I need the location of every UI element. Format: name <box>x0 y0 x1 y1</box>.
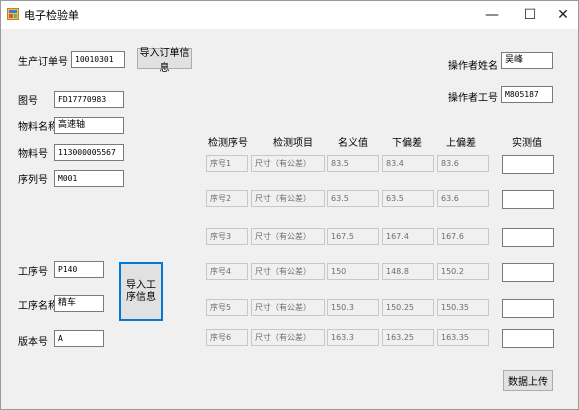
row-nominal: 63.5 <box>327 190 379 207</box>
row-seq: 序号2 <box>206 190 248 207</box>
serial-number-label: 序列号 <box>18 175 48 186</box>
header-nominal: 名义值 <box>338 138 368 149</box>
process-number-field[interactable]: P140 <box>54 261 104 278</box>
maximize-icon[interactable]: ☐ <box>513 1 547 29</box>
operator-name-label: 操作者姓名 <box>448 61 498 72</box>
row-seq: 序号4 <box>206 263 248 280</box>
row-item: 尺寸（有公差） <box>251 299 325 316</box>
row-actual-input[interactable] <box>502 263 554 282</box>
operator-id-label: 操作者工号 <box>448 93 498 104</box>
order-number-field[interactable]: 10010301 <box>71 51 125 68</box>
row-nominal: 150 <box>327 263 379 280</box>
row-lower: 163.25 <box>382 329 434 346</box>
row-upper: 167.6 <box>437 228 489 245</box>
row-upper: 163.35 <box>437 329 489 346</box>
order-number-label: 生产订单号 <box>18 57 68 68</box>
header-seq: 检测序号 <box>208 138 248 149</box>
row-lower: 63.5 <box>382 190 434 207</box>
row-seq: 序号1 <box>206 155 248 172</box>
row-nominal: 83.5 <box>327 155 379 172</box>
row-lower: 167.4 <box>382 228 434 245</box>
row-upper: 83.6 <box>437 155 489 172</box>
row-item: 尺寸（有公差） <box>251 190 325 207</box>
drawing-number-label: 图号 <box>18 96 38 107</box>
row-upper: 150.2 <box>437 263 489 280</box>
version-field[interactable]: A <box>54 330 104 347</box>
version-label: 版本号 <box>18 337 48 348</box>
row-actual-input[interactable] <box>502 228 554 247</box>
row-item: 尺寸（有公差） <box>251 263 325 280</box>
row-seq: 序号3 <box>206 228 248 245</box>
header-actual: 实测值 <box>512 138 542 149</box>
close-icon[interactable]: ✕ <box>546 1 579 29</box>
title-bar: 电子检验单 — ☐ ✕ <box>1 1 578 29</box>
process-name-label: 工序名称 <box>18 301 58 312</box>
row-nominal: 150.3 <box>327 299 379 316</box>
import-process-button-label: 导入工序信息 <box>126 279 156 303</box>
row-item: 尺寸（有公差） <box>251 155 325 172</box>
material-name-field[interactable]: 高速轴 <box>54 117 124 134</box>
row-actual-input[interactable] <box>502 329 554 348</box>
drawing-number-field[interactable]: FD17770983 <box>54 91 124 108</box>
header-item: 检测项目 <box>273 138 313 149</box>
header-upper-tolerance: 上偏差 <box>446 138 476 149</box>
row-upper: 150.35 <box>437 299 489 316</box>
row-upper: 63.6 <box>437 190 489 207</box>
row-seq: 序号6 <box>206 329 248 346</box>
row-lower: 148.8 <box>382 263 434 280</box>
import-order-button[interactable]: 导入订单信息 <box>137 48 192 74</box>
row-actual-input[interactable] <box>502 190 554 209</box>
form-body: 生产订单号 10010301 导入订单信息 图号 FD17770983 物料名称… <box>1 29 578 409</box>
window-title: 电子检验单 <box>24 9 79 22</box>
operator-id-field[interactable]: M805187 <box>501 86 553 103</box>
material-number-field[interactable]: 113000005567 <box>54 144 124 161</box>
row-seq: 序号5 <box>206 299 248 316</box>
row-actual-input[interactable] <box>502 299 554 318</box>
process-number-label: 工序号 <box>18 267 48 278</box>
material-number-label: 物料号 <box>18 149 48 160</box>
row-item: 尺寸（有公差） <box>251 228 325 245</box>
row-actual-input[interactable] <box>502 155 554 174</box>
operator-name-field[interactable]: 吴峰 <box>501 52 553 69</box>
row-lower: 83.4 <box>382 155 434 172</box>
row-item: 尺寸（有公差） <box>251 329 325 346</box>
header-lower-tolerance: 下偏差 <box>392 138 422 149</box>
row-nominal: 163.3 <box>327 329 379 346</box>
process-name-field[interactable]: 精车 <box>54 295 104 312</box>
material-name-label: 物料名称 <box>18 122 58 133</box>
upload-data-button[interactable]: 数据上传 <box>503 370 553 391</box>
inspection-form-window: 电子检验单 — ☐ ✕ 生产订单号 10010301 导入订单信息 图号 FD1… <box>0 0 579 410</box>
row-nominal: 167.5 <box>327 228 379 245</box>
serial-number-field[interactable]: M001 <box>54 170 124 187</box>
form-app-icon <box>7 8 19 20</box>
import-process-button[interactable]: 导入工序信息 <box>119 262 163 321</box>
row-lower: 150.25 <box>382 299 434 316</box>
minimize-icon[interactable]: — <box>475 1 509 29</box>
